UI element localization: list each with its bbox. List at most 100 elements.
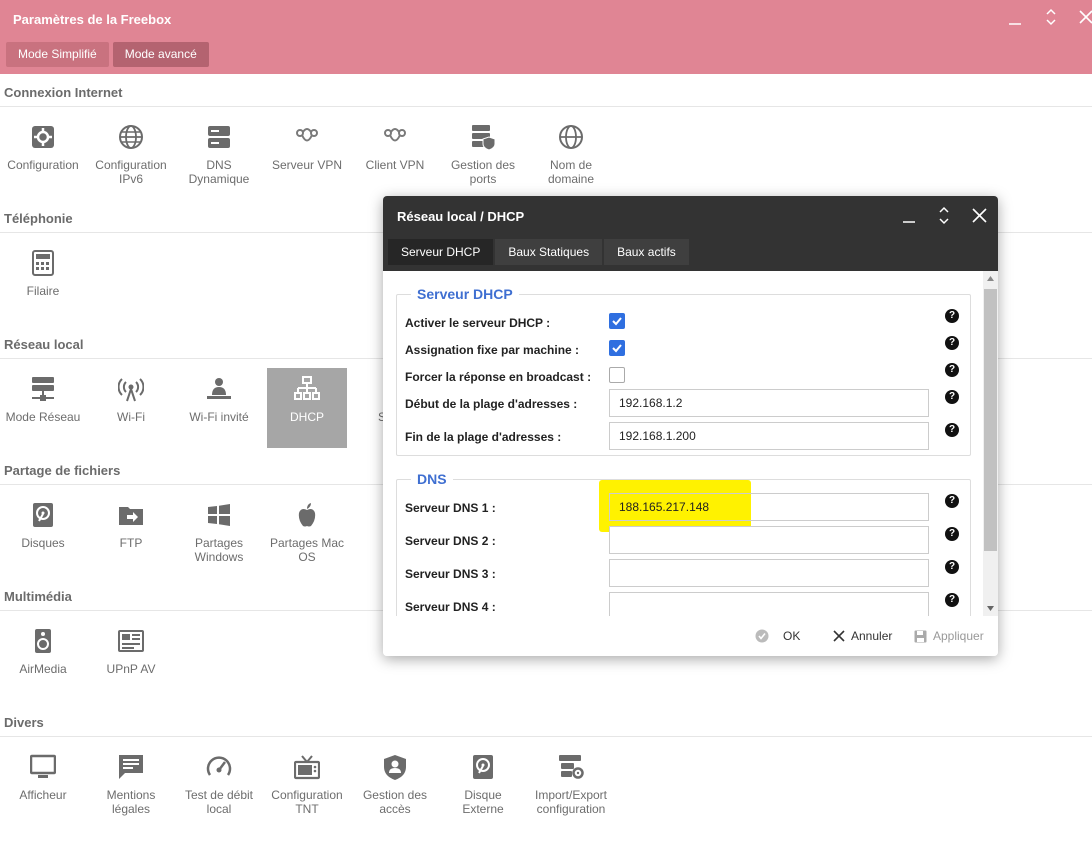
tile-configuration-tnt[interactable]: Configuration TNT <box>267 754 347 834</box>
tile-disque-externe[interactable]: Disque Externe <box>443 754 523 834</box>
tile-label: Configuration IPv6 <box>95 158 167 186</box>
dns1-input[interactable]: 188.165.217.148 <box>609 493 929 521</box>
broadcast-checkbox[interactable] <box>609 367 625 383</box>
tile-gestion-des-acces[interactable]: Gestion des accès <box>355 754 435 834</box>
speedometer-icon <box>206 754 232 780</box>
tile-gestion-des-ports[interactable]: Gestion des ports <box>443 124 523 204</box>
dns3-input[interactable] <box>609 559 929 587</box>
tile-mentions-legales[interactable]: Mentions légales <box>91 754 171 834</box>
cancel-button[interactable]: Annuler <box>833 627 892 645</box>
tile-label: Partages Mac OS <box>269 536 345 564</box>
range-start-input[interactable]: 192.168.1.2 <box>609 389 929 417</box>
tile-import-export[interactable]: Import/Export configuration <box>531 754 611 834</box>
tile-configuration-ipv6[interactable]: Configuration IPv6 <box>91 124 171 204</box>
section-divider <box>0 736 1092 737</box>
help-icon[interactable]: ? <box>945 527 959 541</box>
vpn-icon <box>294 124 320 150</box>
dialog-header: Réseau local / DHCP Serveur DHCP Baux St… <box>383 196 998 271</box>
help-icon[interactable]: ? <box>945 336 959 350</box>
speaker-icon <box>30 628 56 654</box>
server-gear-icon <box>558 754 584 780</box>
tile-test-debit[interactable]: Test de débit local <box>179 754 259 834</box>
dialog-maximize-icon[interactable] <box>933 205 955 227</box>
tile-label: AirMedia <box>19 662 67 676</box>
globe-icon <box>118 124 144 150</box>
scroll-down-icon[interactable] <box>986 604 995 613</box>
tile-label: FTP <box>119 536 143 550</box>
section-title-internet: Connexion Internet <box>4 85 123 100</box>
close-icon[interactable] <box>1074 6 1092 28</box>
phone-keypad-icon <box>30 250 56 276</box>
tile-label: Nom de domaine <box>547 158 595 186</box>
tile-client-vpn[interactable]: Client VPN <box>355 124 435 204</box>
tile-nom-de-domaine[interactable]: Nom de domaine <box>531 124 611 204</box>
mode-tabs: Mode Simplifié Mode avancé <box>6 42 209 67</box>
fixed-assignment-checkbox[interactable] <box>609 340 625 356</box>
tile-upnp-av[interactable]: UPnP AV <box>91 628 171 708</box>
tile-partages-windows[interactable]: Partages Windows <box>179 502 259 582</box>
guest-user-icon <box>206 376 232 402</box>
mode-advanced-tab[interactable]: Mode avancé <box>112 42 209 67</box>
tile-serveur-vpn[interactable]: Serveur VPN <box>267 124 347 204</box>
help-icon[interactable]: ? <box>945 560 959 574</box>
help-icon[interactable]: ? <box>945 494 959 508</box>
globe-icon <box>558 124 584 150</box>
tile-partial-hidden[interactable]: S <box>338 376 386 456</box>
gear-icon <box>30 124 56 150</box>
tile-label: Filaire <box>26 284 60 298</box>
help-icon[interactable]: ? <box>945 309 959 323</box>
tile-label: Disques <box>21 536 65 550</box>
dialog-minimize-icon[interactable] <box>898 205 920 227</box>
range-end-label: Fin de la plage d'adresses : <box>405 430 562 444</box>
tile-configuration[interactable]: Configuration <box>3 124 83 204</box>
dialog-close-icon[interactable] <box>969 205 991 227</box>
tile-label: Partages Windows <box>194 536 244 564</box>
enable-dhcp-checkbox[interactable] <box>609 313 625 329</box>
tile-dhcp[interactable]: DHCP <box>267 368 347 448</box>
tab-baux-statiques[interactable]: Baux Statiques <box>495 239 603 265</box>
tile-disques[interactable]: Disques <box>3 502 83 582</box>
fieldset-dns: DNS Serveur DNS 1 : 188.165.217.148 ? Se… <box>396 471 971 616</box>
mode-simple-tab[interactable]: Mode Simplifié <box>6 42 109 67</box>
help-icon[interactable]: ? <box>945 363 959 377</box>
tile-mode-reseau[interactable]: Mode Réseau <box>3 376 83 456</box>
tile-label: DHCP <box>289 410 324 424</box>
scroll-up-icon[interactable] <box>986 274 995 283</box>
apply-button[interactable]: Appliquer <box>914 627 984 645</box>
maximize-icon[interactable] <box>1040 6 1062 28</box>
tile-afficheur[interactable]: Afficheur <box>3 754 83 834</box>
help-icon[interactable]: ? <box>945 423 959 437</box>
disk-icon <box>30 502 56 528</box>
dialog-title: Réseau local / DHCP <box>397 209 525 224</box>
server-shield-icon <box>470 124 496 150</box>
tab-baux-actifs[interactable]: Baux actifs <box>604 239 689 265</box>
tile-ftp[interactable]: FTP <box>91 502 171 582</box>
server-network-icon <box>30 376 56 402</box>
tile-airmedia[interactable]: AirMedia <box>3 628 83 708</box>
tile-dns-dynamique[interactable]: DNS Dynamique <box>179 124 259 204</box>
message-icon <box>118 754 144 780</box>
scrollbar-thumb[interactable] <box>984 289 997 551</box>
minimize-icon[interactable] <box>1004 6 1026 28</box>
tile-label: Mode Réseau <box>5 410 81 424</box>
help-icon[interactable]: ? <box>945 390 959 404</box>
tile-label: Wi-Fi invité <box>189 410 249 424</box>
dns4-input[interactable] <box>609 592 929 616</box>
dns1-label: Serveur DNS 1 : <box>405 501 496 515</box>
dhcp-dialog: Réseau local / DHCP Serveur DHCP Baux St… <box>383 196 998 656</box>
ok-button[interactable]: OK <box>755 627 800 645</box>
help-icon[interactable]: ? <box>945 593 959 607</box>
range-end-input[interactable]: 192.168.1.200 <box>609 422 929 450</box>
monitor-icon <box>30 754 56 780</box>
apply-label: Appliquer <box>933 629 984 643</box>
tile-filaire[interactable]: Filaire <box>3 250 83 330</box>
server-icon <box>206 124 232 150</box>
tab-serveur-dhcp[interactable]: Serveur DHCP <box>388 239 494 265</box>
dialog-body: Serveur DHCP Activer le serveur DHCP : ?… <box>383 271 983 616</box>
tile-wifi-invite[interactable]: Wi-Fi invité <box>179 376 259 456</box>
tile-label: Gestion des ports <box>450 158 516 186</box>
dns2-input[interactable] <box>609 526 929 554</box>
dialog-scrollbar[interactable] <box>983 271 998 616</box>
tile-partages-mac-os[interactable]: Partages Mac OS <box>267 502 347 582</box>
tile-wifi[interactable]: Wi-Fi <box>91 376 171 456</box>
